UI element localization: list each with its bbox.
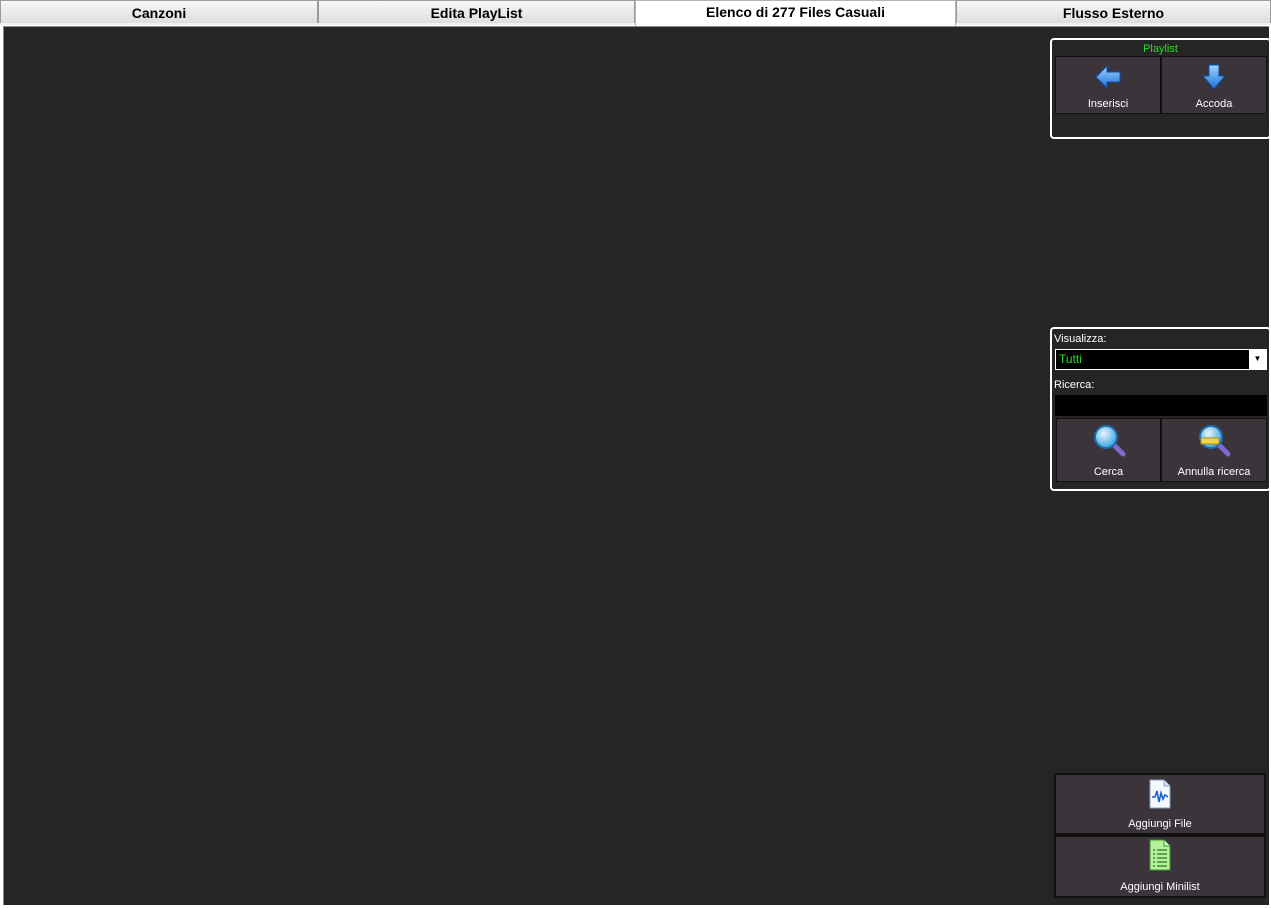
view-select-value: Tutti (1059, 352, 1082, 366)
playlist-group-title: Playlist (1143, 43, 1178, 55)
list-document-icon (1149, 839, 1171, 871)
add-minilist-button[interactable]: Aggiungi Minilist (1054, 835, 1266, 898)
insert-button[interactable]: Inserisci (1055, 56, 1161, 114)
cancel-search-button[interactable]: Annulla ricerca (1161, 418, 1267, 482)
tab-flusso-esterno[interactable]: Flusso Esterno (956, 0, 1271, 23)
search-button[interactable]: Cerca (1056, 418, 1161, 482)
add-file-button[interactable]: Aggiungi File (1054, 773, 1266, 835)
search-button-label: Cerca (1093, 466, 1124, 478)
magnifier-icon (1093, 425, 1125, 457)
search-input[interactable] (1055, 395, 1267, 416)
tab-elenco-files-casuali[interactable]: Elenco di 277 Files Casuali (635, 0, 956, 26)
playlist-group: Playlist Inserisci Accoda (1050, 38, 1271, 139)
audio-file-icon (1149, 779, 1171, 809)
add-file-label: Aggiungi File (1128, 818, 1192, 830)
search-label: Ricerca: (1054, 379, 1095, 391)
arrow-left-icon (1095, 64, 1121, 90)
view-select[interactable]: Tutti ▼ (1055, 349, 1267, 370)
filter-group: Visualizza: Tutti ▼ Ricerca: Cerca Annul… (1050, 327, 1271, 491)
append-button-label: Accoda (1195, 98, 1233, 110)
magnifier-clear-icon (1199, 425, 1231, 457)
view-label: Visualizza: (1054, 333, 1107, 345)
chevron-down-icon[interactable]: ▼ (1249, 350, 1266, 369)
append-button[interactable]: Accoda (1161, 56, 1267, 114)
add-minilist-label: Aggiungi Minilist (1120, 881, 1200, 893)
cancel-search-button-label: Annulla ricerca (1177, 466, 1251, 478)
tab-canzoni[interactable]: Canzoni (0, 0, 318, 23)
tab-bar: Canzoni Edita PlayList Elenco di 277 Fil… (0, 0, 1271, 26)
insert-button-label: Inserisci (1087, 98, 1129, 110)
tab-edita-playlist[interactable]: Edita PlayList (318, 0, 635, 23)
file-list-area[interactable]: Playlist Inserisci Accoda Visualizza: Tu… (3, 26, 1271, 905)
arrow-down-icon (1201, 64, 1227, 90)
